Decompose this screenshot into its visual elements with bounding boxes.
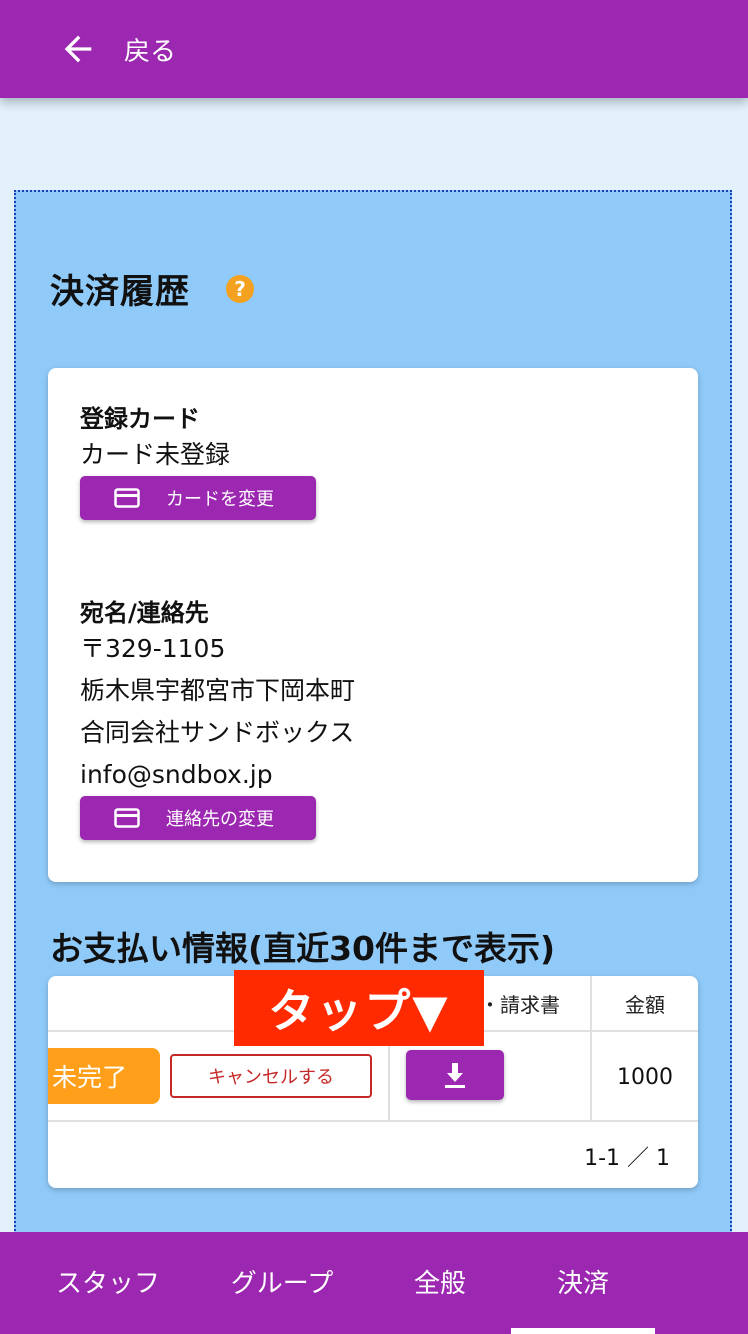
credit-card-icon — [114, 808, 140, 828]
change-contact-button[interactable]: 連絡先の変更 — [80, 796, 316, 840]
body-row-divider — [48, 1120, 698, 1122]
top-app-bar: 戻る — [0, 0, 748, 98]
bottom-navigation: スタッフ グループ 全般 決済 — [0, 1232, 748, 1334]
address-line: 栃木県宇都宮市下岡本町 — [80, 676, 356, 705]
nav-tab-group[interactable]: グループ — [212, 1232, 352, 1330]
title-row: 決済履歴 ? — [50, 264, 254, 313]
change-card-label: カードを変更 — [166, 489, 274, 510]
help-circle-icon[interactable]: ? — [226, 274, 254, 303]
payment-amount: 1000 — [617, 1064, 673, 1090]
contact-label: 宛名/連絡先 — [80, 599, 209, 627]
payments-heading-count: 30 — [329, 929, 376, 968]
contact-section: 宛名/連絡先 〒329-1105 栃木県宇都宮市下岡本町 合同会社サンドボックス… — [80, 598, 355, 840]
registered-card-section: 登録カード カード未登録 カードを変更 — [80, 404, 316, 520]
column-header-receipt: ・請求書 — [480, 992, 560, 1017]
postal-code: 〒329-1105 — [80, 634, 226, 663]
arrow-left-icon — [64, 35, 92, 63]
payments-heading-prefix: お支払い情報(直近 — [50, 929, 330, 968]
credit-card-icon — [114, 488, 140, 508]
page-title: 決済履歴 — [50, 272, 190, 312]
payments-heading: お支払い情報(直近30件まで表示) — [50, 922, 555, 970]
header-divider — [590, 976, 592, 1030]
pagination-info: 1-1 ／ 1 — [584, 1146, 670, 1171]
active-tab-indicator — [511, 1328, 655, 1334]
nav-tab-general[interactable]: 全般 — [388, 1232, 492, 1330]
contact-email: info@sndbox.jp — [80, 760, 273, 789]
nav-tab-staff[interactable]: スタッフ — [40, 1232, 176, 1330]
back-label: 戻る — [124, 36, 177, 67]
payments-heading-suffix: 件まで表示) — [375, 929, 556, 968]
registered-card-label: 登録カード — [80, 405, 200, 433]
change-card-button[interactable]: カードを変更 — [80, 476, 316, 520]
column-header-amount: 金額 — [625, 992, 665, 1017]
status-badge: 未完了 — [48, 1048, 160, 1104]
cancel-payment-button[interactable]: キャンセルする — [170, 1054, 372, 1098]
tap-annotation: タップ▼ — [234, 970, 484, 1046]
registered-card-status: カード未登録 — [80, 440, 231, 469]
company-name: 合同会社サンドボックス — [80, 718, 355, 747]
nav-tab-payment[interactable]: 決済 — [511, 1232, 655, 1330]
download-invoice-button[interactable] — [406, 1050, 504, 1100]
app-root: 戻る 決済履歴 ? 登録カード カード未登録 カードを変更 宛名/連絡先 〒32… — [0, 0, 748, 1334]
back-button[interactable]: 戻る — [0, 0, 176, 98]
account-card: 登録カード カード未登録 カードを変更 宛名/連絡先 〒329-1105 栃木県… — [48, 368, 698, 882]
change-contact-label: 連絡先の変更 — [166, 809, 274, 830]
download-icon — [445, 1063, 465, 1088]
billing-panel: 決済履歴 ? 登録カード カード未登録 カードを変更 宛名/連絡先 〒329-1… — [14, 190, 732, 1250]
